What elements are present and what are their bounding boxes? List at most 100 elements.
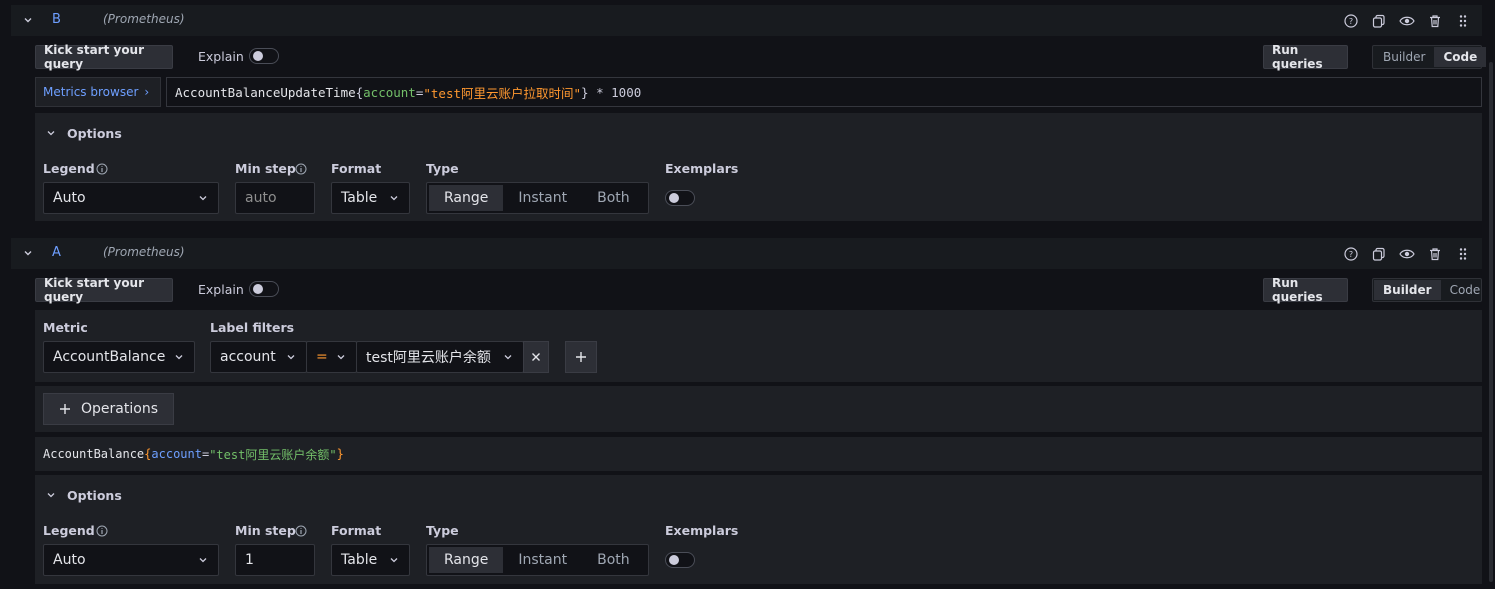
kick-start-button[interactable]: Kick start your query bbox=[35, 276, 173, 304]
plus-icon bbox=[576, 352, 586, 362]
explain-toggle[interactable] bbox=[249, 48, 279, 64]
eye-icon[interactable] bbox=[1398, 12, 1416, 30]
query-preview: AccountBalance{account = "test阿里云账户余额"} bbox=[35, 437, 1482, 471]
svg-text:?: ? bbox=[1349, 17, 1353, 26]
code-metric-name: AccountBalanceUpdateTime bbox=[175, 84, 356, 100]
metrics-browser-button[interactable]: Metrics browser › bbox=[35, 77, 161, 107]
info-icon[interactable] bbox=[96, 163, 108, 175]
code-brace-open: { bbox=[355, 84, 364, 100]
run-queries-button[interactable]: Run queries bbox=[1263, 43, 1348, 71]
label-key-value: account bbox=[220, 349, 276, 365]
info-icon[interactable] bbox=[295, 525, 307, 537]
type-radio-group: Range Instant Both bbox=[426, 182, 649, 214]
metric-value: AccountBalance bbox=[53, 349, 166, 365]
format-label: Format bbox=[331, 523, 382, 538]
add-operation-button[interactable]: Operations bbox=[43, 393, 174, 425]
exemplars-toggle[interactable] bbox=[665, 552, 695, 568]
query-builder-panel: Metric AccountBalance Label filters acco… bbox=[35, 310, 1482, 382]
help-icon[interactable]: ? bbox=[1342, 245, 1360, 263]
add-filter-button[interactable] bbox=[565, 341, 597, 373]
preview-equals: = bbox=[201, 447, 210, 461]
mode-code-option[interactable]: Code bbox=[1441, 280, 1490, 300]
legend-select[interactable]: Auto bbox=[43, 182, 219, 214]
label-filters-label: Label filters bbox=[210, 320, 295, 335]
duplicate-icon[interactable] bbox=[1370, 245, 1388, 263]
type-instant-option[interactable]: Instant bbox=[503, 547, 582, 573]
legend-select[interactable]: Auto bbox=[43, 544, 219, 576]
remove-filter-button[interactable] bbox=[523, 341, 549, 373]
min-step-value: 1 bbox=[245, 552, 254, 568]
mode-builder-option[interactable]: Builder bbox=[1374, 47, 1434, 67]
options-toggle[interactable]: Options bbox=[67, 488, 122, 503]
preview-brace-close: } bbox=[336, 447, 344, 461]
duplicate-icon[interactable] bbox=[1370, 12, 1388, 30]
help-icon[interactable]: ? bbox=[1342, 12, 1360, 30]
exemplars-toggle[interactable] bbox=[665, 190, 695, 206]
drag-handle-icon[interactable] bbox=[1454, 12, 1472, 30]
code-suffix: * 1000 bbox=[588, 84, 642, 100]
chevron-down-icon bbox=[390, 196, 398, 201]
min-step-input[interactable]: auto bbox=[235, 182, 315, 214]
options-panel-a: Options Legend Auto Min step 1 Format Ta… bbox=[35, 475, 1482, 584]
label-key-select[interactable]: account bbox=[210, 341, 307, 373]
chevron-down-icon[interactable] bbox=[22, 247, 34, 259]
scrollbar[interactable] bbox=[1489, 62, 1493, 582]
datasource-name: (Prometheus) bbox=[103, 245, 185, 259]
explain-toggle[interactable] bbox=[249, 281, 279, 297]
run-queries-button[interactable]: Run queries bbox=[1263, 276, 1348, 304]
code-label-value: "test阿里云账户拉取时间" bbox=[423, 85, 582, 101]
drag-handle-icon[interactable] bbox=[1454, 245, 1472, 263]
code-equals: = bbox=[415, 84, 424, 100]
format-value: Table bbox=[341, 552, 378, 568]
type-instant-option[interactable]: Instant bbox=[503, 185, 582, 211]
kick-start-button[interactable]: Kick start your query bbox=[35, 43, 173, 71]
legend-label: Legend bbox=[43, 523, 95, 538]
chevron-down-icon[interactable] bbox=[22, 14, 34, 26]
chevron-down-icon bbox=[504, 355, 512, 360]
metric-select[interactable]: AccountBalance bbox=[43, 341, 195, 373]
legend-label: Legend bbox=[43, 161, 95, 176]
query-ref-id[interactable]: B bbox=[52, 12, 61, 27]
info-icon[interactable] bbox=[96, 525, 108, 537]
mode-code-option[interactable]: Code bbox=[1434, 47, 1487, 67]
plus-icon bbox=[60, 404, 71, 414]
legend-value: Auto bbox=[53, 190, 86, 206]
code-brace-close: } bbox=[581, 84, 589, 100]
metrics-browser-label: Metrics browser bbox=[43, 85, 139, 99]
format-value: Table bbox=[341, 190, 378, 206]
chevron-down-icon bbox=[337, 355, 345, 360]
label-operator-value: = bbox=[316, 349, 328, 365]
options-toggle[interactable]: Options bbox=[67, 126, 122, 141]
chevron-down-icon[interactable] bbox=[46, 128, 56, 138]
explain-label: Explain bbox=[198, 49, 244, 64]
eye-icon[interactable] bbox=[1398, 245, 1416, 263]
info-icon[interactable] bbox=[295, 163, 307, 175]
chevron-right-icon: › bbox=[144, 85, 150, 99]
chevron-down-icon bbox=[390, 558, 398, 563]
type-both-option[interactable]: Both bbox=[582, 185, 645, 211]
type-both-option[interactable]: Both bbox=[582, 547, 645, 573]
label-operator-select[interactable]: = bbox=[306, 341, 357, 373]
query-row-header-a[interactable]: A (Prometheus) ? bbox=[11, 238, 1482, 269]
explain-label: Explain bbox=[198, 282, 244, 297]
legend-value: Auto bbox=[53, 552, 86, 568]
type-range-option[interactable]: Range bbox=[429, 185, 504, 211]
trash-icon[interactable] bbox=[1426, 245, 1444, 263]
chevron-down-icon bbox=[199, 196, 207, 201]
promql-code-editor[interactable]: AccountBalanceUpdateTime{account = "test阿里… bbox=[166, 77, 1482, 107]
format-select[interactable]: Table bbox=[331, 182, 410, 214]
chevron-down-icon bbox=[199, 558, 207, 563]
query-ref-id[interactable]: A bbox=[52, 245, 61, 260]
type-label: Type bbox=[426, 523, 459, 538]
min-step-input[interactable]: 1 bbox=[235, 544, 315, 576]
label-value-select[interactable]: test阿里云账户余额 bbox=[356, 341, 524, 373]
code-label-key: account bbox=[363, 84, 416, 100]
query-row-header-b[interactable]: B (Prometheus) ? bbox=[11, 5, 1482, 36]
mode-builder-option[interactable]: Builder bbox=[1374, 280, 1441, 300]
type-range-option[interactable]: Range bbox=[429, 547, 504, 573]
operations-label: Operations bbox=[81, 401, 158, 417]
trash-icon[interactable] bbox=[1426, 12, 1444, 30]
format-select[interactable]: Table bbox=[331, 544, 410, 576]
chevron-down-icon[interactable] bbox=[46, 490, 56, 500]
exemplars-label: Exemplars bbox=[665, 161, 739, 176]
